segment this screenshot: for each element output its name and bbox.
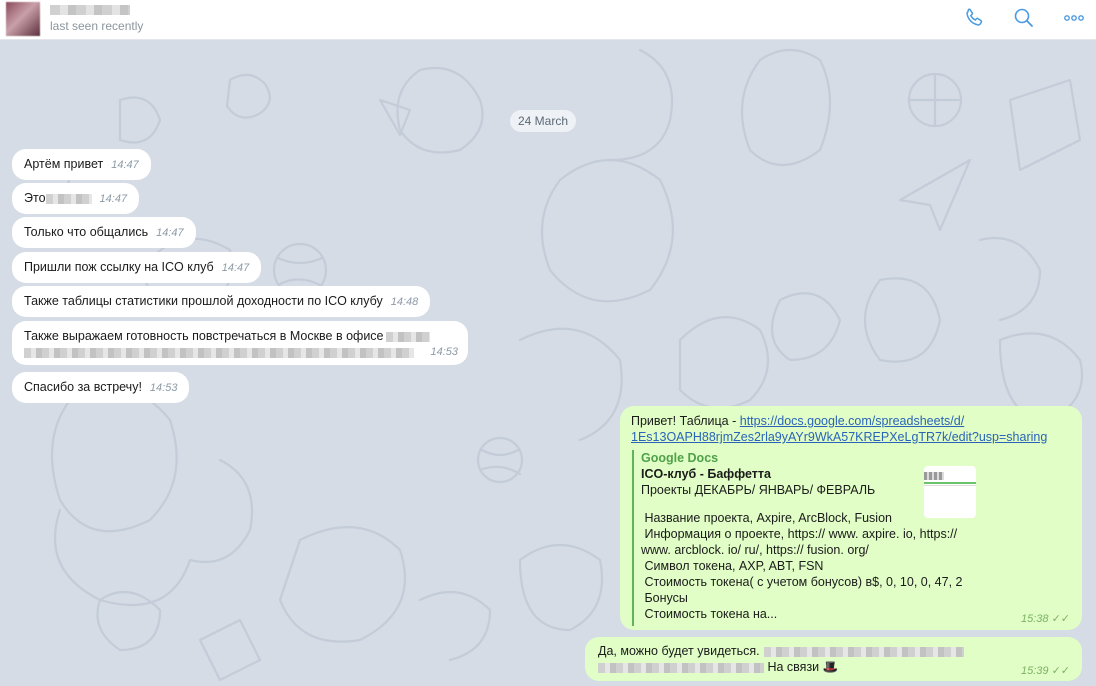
message-text: На связи: [767, 660, 820, 674]
preview-line: Название проекта, Axpire, ArcBlock, Fusi…: [641, 511, 892, 525]
message-text: Также выражаем готовность повстречаться …: [24, 329, 384, 343]
preview-line: Бонусы: [641, 591, 688, 605]
preview-line: www. arcblock. io/ ru/, https:// fusion.…: [641, 543, 869, 557]
incoming-message[interactable]: Только что общались 14:47: [12, 217, 196, 248]
preview-line: Стоимость токена на...: [641, 607, 778, 621]
date-separator: 24 March: [510, 110, 577, 132]
message-text: Привет! Таблица -: [631, 414, 740, 428]
incoming-message[interactable]: Также выражаем готовность повстречаться …: [12, 321, 468, 365]
outgoing-message[interactable]: Да, можно будет увидеться. На связи 🎩 15…: [585, 637, 1082, 681]
outgoing-message[interactable]: Привет! Таблица - https://docs.google.co…: [620, 406, 1082, 630]
message-text: Пришли пож ссылку на ICO клуб: [24, 260, 214, 274]
preview-line: Информация о проекте, https:// www. axpi…: [641, 527, 958, 541]
preview-subtitle: Проекты ДЕКАБРЬ/ ЯНВАРЬ/ ФЕВРАЛЬ: [641, 483, 876, 497]
redacted-text: [763, 646, 964, 657]
message-text: Артём привет: [24, 157, 104, 171]
preview-title: ICO-клуб - Баффетта: [641, 467, 771, 481]
incoming-message[interactable]: Также таблицы статистики прошлой доходно…: [12, 286, 431, 317]
search-icon[interactable]: [1012, 6, 1036, 30]
redacted-text: [45, 193, 92, 204]
incoming-message[interactable]: Это 14:47: [12, 183, 140, 214]
message-time: 14:47: [111, 159, 139, 171]
link-preview[interactable]: Google Docs ICO-клуб - Баффетта Проекты …: [632, 450, 1068, 626]
spreadsheet-link-continued[interactable]: 1Es13OAPH88rjmZes2rla9yAYr9WkA57KREPXeLg…: [631, 430, 1047, 444]
incoming-message[interactable]: Пришли пож ссылку на ICO клуб 14:47: [12, 252, 262, 283]
contact-name-redacted[interactable]: [50, 5, 130, 15]
message-text: Также таблицы статистики прошлой доходно…: [24, 294, 383, 308]
preview-line: Символ токена, AXP, ABT, FSN: [641, 559, 824, 573]
message-time: 14:47: [99, 193, 128, 205]
redacted-text: [385, 331, 430, 342]
incoming-message[interactable]: Спасибо за встречу! 14:53: [12, 372, 190, 403]
read-checkmarks-icon: ✓✓: [1051, 613, 1070, 625]
preview-site-name: Google Docs: [641, 451, 719, 465]
message-time: 14:48: [390, 296, 419, 308]
chat-area[interactable]: 24 March Артём привет 14:47 Это 14:47 Толь…: [0, 40, 1096, 686]
message-time: 14:47: [221, 262, 250, 274]
top-hat-emoji: 🎩: [822, 660, 839, 674]
preview-line: Стоимость токена( с учетом бонусов) в$, …: [641, 575, 963, 589]
incoming-message[interactable]: Артём привет 14:47: [12, 149, 151, 180]
spreadsheet-link[interactable]: https://docs.google.com/spreadsheets/d/: [740, 414, 964, 428]
message-text: Это: [24, 191, 46, 205]
read-checkmarks-icon: ✓✓: [1051, 665, 1070, 677]
redacted-text: [24, 347, 414, 358]
contact-status: last seen recently: [50, 19, 144, 33]
message-time: 14:47: [156, 227, 184, 239]
redacted-text: [598, 662, 764, 673]
message-time: 14:53: [149, 382, 178, 394]
message-text: Спасибо за встречу!: [24, 380, 142, 394]
more-icon[interactable]: [1062, 6, 1086, 30]
message-time: 14:53: [430, 346, 458, 358]
message-text: Да, можно будет увидеться.: [598, 644, 760, 658]
message-time: 15:38 ✓✓: [1020, 613, 1070, 625]
avatar[interactable]: [6, 2, 40, 36]
message-time: 15:39 ✓✓: [1020, 665, 1070, 677]
phone-icon[interactable]: [962, 6, 986, 30]
chat-header: last seen recently: [0, 0, 1096, 40]
message-text: Только что общались: [24, 225, 149, 239]
preview-thumbnail[interactable]: [924, 466, 976, 518]
